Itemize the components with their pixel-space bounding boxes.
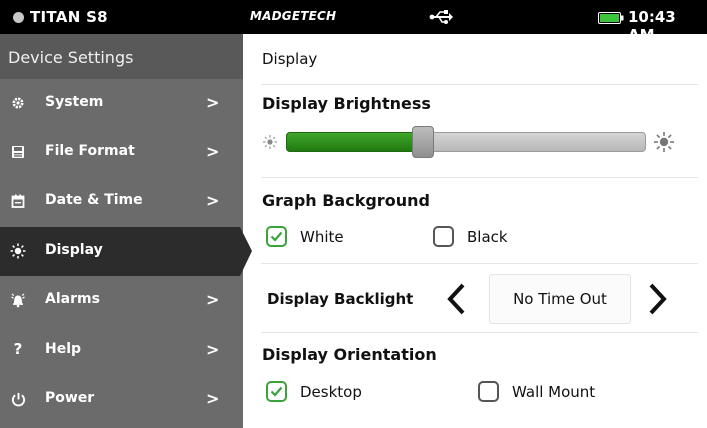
checkbox-empty-icon bbox=[433, 226, 454, 247]
gear-icon bbox=[10, 95, 26, 111]
chevron-left-icon[interactable] bbox=[445, 282, 467, 316]
sidebar-item-power[interactable]: Power > bbox=[0, 375, 243, 424]
sidebar-header: Device Settings bbox=[0, 34, 243, 79]
divider bbox=[261, 332, 698, 333]
sidebar-item-help[interactable]: ? Help > bbox=[0, 326, 243, 375]
sidebar-item-label: Alarms bbox=[45, 291, 100, 307]
brightness-high-icon bbox=[654, 132, 674, 152]
orientation-wall-mount-checkbox[interactable]: Wall Mount bbox=[478, 381, 595, 402]
chevron-right-icon: > bbox=[206, 340, 220, 359]
checkbox-empty-icon bbox=[478, 381, 499, 402]
sidebar-item-label: Date & Time bbox=[45, 192, 143, 208]
checkbox-label: Desktop bbox=[300, 382, 362, 401]
chevron-right-icon[interactable] bbox=[647, 282, 669, 316]
sidebar-item-display[interactable]: Display bbox=[0, 227, 252, 276]
sidebar-item-label: System bbox=[45, 94, 104, 110]
orientation-desktop-checkbox[interactable]: Desktop bbox=[266, 381, 362, 402]
brightness-title: Display Brightness bbox=[262, 94, 431, 113]
alarm-bell-icon bbox=[10, 292, 26, 308]
chevron-right-icon: > bbox=[206, 389, 220, 408]
orientation-title: Display Orientation bbox=[262, 345, 437, 364]
graph-bg-black-checkbox[interactable]: Black bbox=[433, 226, 508, 247]
status-bar: TITAN S8 MADGETECH 10:43 AM bbox=[0, 0, 707, 44]
power-icon bbox=[10, 391, 26, 407]
backlight-value: No Time Out bbox=[489, 274, 631, 324]
sidebar: Device Settings System > File Format > D… bbox=[0, 34, 252, 428]
checkmark-icon bbox=[266, 381, 287, 402]
divider bbox=[261, 177, 698, 178]
graph-background-title: Graph Background bbox=[262, 191, 430, 210]
graph-bg-white-checkbox[interactable]: White bbox=[266, 226, 344, 247]
brightness-handle[interactable] bbox=[412, 126, 434, 158]
chevron-right-icon: > bbox=[206, 142, 220, 161]
brightness-fill bbox=[286, 132, 423, 152]
help-icon: ? bbox=[13, 340, 23, 358]
sidebar-item-label: File Format bbox=[45, 143, 135, 159]
device-model: TITAN S8 bbox=[30, 8, 108, 26]
usb-icon bbox=[429, 10, 453, 24]
sidebar-item-label: Power bbox=[45, 390, 95, 406]
battery-icon bbox=[598, 12, 624, 24]
page-title: Display bbox=[262, 50, 318, 68]
checkbox-label: Black bbox=[467, 227, 508, 246]
divider bbox=[261, 263, 698, 264]
sidebar-item-label: Help bbox=[45, 341, 82, 357]
backlight-label: Display Backlight bbox=[267, 290, 414, 308]
brightness-slider[interactable] bbox=[262, 126, 682, 158]
brand-logo: MADGETECH bbox=[250, 9, 337, 23]
sidebar-title: Device Settings bbox=[8, 48, 134, 67]
sun-icon bbox=[10, 243, 26, 259]
sidebar-item-file-format[interactable]: File Format > bbox=[0, 128, 243, 177]
save-icon bbox=[10, 144, 26, 160]
sidebar-item-date-time[interactable]: Date & Time > bbox=[0, 177, 243, 226]
checkbox-label: Wall Mount bbox=[512, 382, 596, 401]
calendar-icon bbox=[10, 193, 26, 209]
sidebar-item-system[interactable]: System > bbox=[0, 79, 243, 128]
checkbox-label: White bbox=[300, 227, 344, 246]
sidebar-item-label: Display bbox=[45, 242, 103, 258]
chevron-right-icon: > bbox=[206, 93, 220, 112]
brightness-low-icon bbox=[263, 135, 277, 149]
sidebar-item-alarms[interactable]: Alarms > bbox=[0, 276, 243, 325]
display-settings-panel: Display Display Brightness Graph Backgro… bbox=[243, 34, 707, 428]
divider bbox=[261, 84, 698, 85]
checkmark-icon bbox=[266, 226, 287, 247]
chevron-right-icon: > bbox=[206, 191, 220, 210]
chevron-right-icon: > bbox=[206, 290, 220, 309]
status-dot-icon bbox=[13, 12, 24, 23]
